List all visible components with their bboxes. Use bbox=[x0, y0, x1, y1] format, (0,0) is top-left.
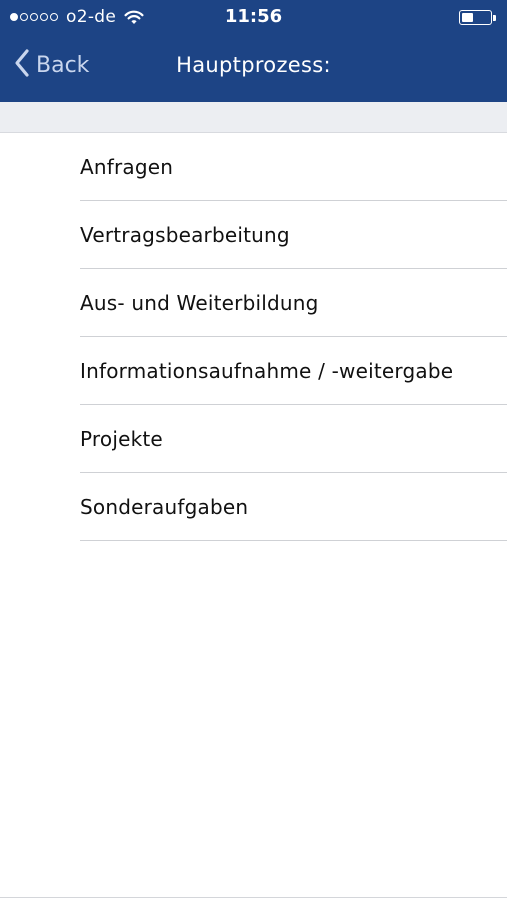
list-item-anfragen[interactable]: Anfragen bbox=[0, 133, 507, 201]
list-item-projekte[interactable]: Projekte bbox=[0, 405, 507, 473]
battery-body bbox=[459, 10, 492, 25]
divider bbox=[80, 540, 507, 541]
bottom-divider bbox=[0, 897, 507, 898]
process-list: Anfragen Vertragsbearbeitung Aus- und We… bbox=[0, 133, 507, 541]
list-item-label: Projekte bbox=[80, 427, 163, 451]
list-item-label: Informationsaufnahme / -weitergabe bbox=[80, 359, 454, 383]
section-header bbox=[0, 102, 507, 133]
list-item-label: Anfragen bbox=[80, 155, 174, 179]
list-item-sonderaufgaben[interactable]: Sonderaufgaben bbox=[0, 473, 507, 541]
list-item-informationsaufnahme[interactable]: Informationsaufnahme / -weitergabe bbox=[0, 337, 507, 405]
battery-tip bbox=[493, 14, 496, 21]
battery-level bbox=[462, 13, 473, 22]
navigation-bar: Back Hauptprozess: bbox=[0, 34, 507, 102]
status-bar: o2-de 11:56 bbox=[0, 0, 507, 34]
list-item-label: Vertragsbearbeitung bbox=[80, 223, 290, 247]
page-title: Hauptprozess: bbox=[176, 53, 331, 77]
status-time: 11:56 bbox=[224, 6, 283, 27]
list-item-aus-und-weiterbildung[interactable]: Aus- und Weiterbildung bbox=[0, 269, 507, 337]
top-bar: o2-de 11:56 Back Hauptprozess: bbox=[0, 0, 507, 102]
list-item-vertragsbearbeitung[interactable]: Vertragsbearbeitung bbox=[0, 201, 507, 269]
battery-icon bbox=[459, 9, 497, 26]
list-item-label: Sonderaufgaben bbox=[80, 495, 249, 519]
list-item-label: Aus- und Weiterbildung bbox=[80, 291, 319, 315]
